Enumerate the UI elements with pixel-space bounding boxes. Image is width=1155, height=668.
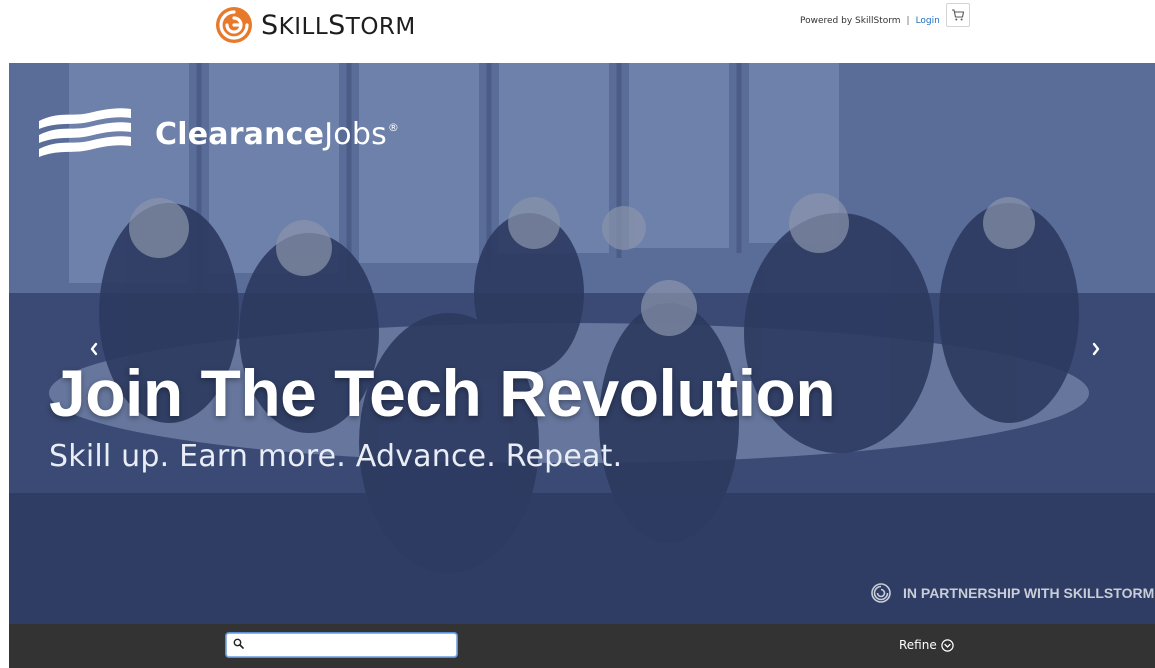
clearancejobs-logo: ClearanceJobs® (39, 107, 399, 165)
powered-by-text: Powered by SkillStorm (800, 16, 901, 26)
carousel-next-button[interactable] (1087, 341, 1105, 361)
brand-word: KILL (278, 13, 329, 40)
header-links: Powered by SkillStorm | Login (800, 13, 940, 29)
hero-subtitle: Skill up. Earn more. Advance. Repeat. (49, 439, 623, 474)
hero-carousel: ClearanceJobs® Join The Tech Revolution … (9, 63, 1155, 624)
brand-name: SKILLSTORM (261, 10, 416, 41)
refine-button[interactable]: Refine (899, 638, 954, 652)
chevron-left-icon (90, 342, 98, 356)
registered-mark: ® (387, 120, 400, 134)
brand-letter-2: S (328, 9, 346, 41)
login-link[interactable]: Login (916, 16, 940, 26)
search-icon (233, 638, 244, 649)
partnership-text: IN PARTNERSHIP WITH SKILLSTORM (903, 585, 1155, 601)
brand-letter: S (261, 9, 279, 41)
clearancejobs-wordmark: ClearanceJobs® (155, 117, 399, 152)
refine-label: Refine (899, 638, 937, 652)
skillstorm-logo[interactable]: SKILLSTORM (215, 6, 416, 44)
skillstorm-swirl-icon (216, 7, 252, 43)
skillstorm-mark-icon (871, 583, 891, 603)
site-header: SKILLSTORM Powered by SkillStorm | Login (0, 0, 1155, 63)
cart-icon (952, 9, 965, 21)
header-separator: | (906, 16, 910, 26)
search-input[interactable] (247, 635, 455, 657)
hero-title: Join The Tech Revolution (49, 356, 836, 430)
chevron-circle-down-icon (941, 638, 954, 652)
clearancejobs-flag-icon (39, 108, 131, 157)
wordmark-bold: Clearance (155, 116, 325, 152)
partnership-badge: IN PARTNERSHIP WITH SKILLSTORM (871, 583, 1154, 603)
chevron-right-icon (1092, 342, 1100, 356)
cart-button[interactable] (946, 3, 970, 27)
brand-word-2: TORM (345, 13, 416, 40)
search-box[interactable] (226, 633, 457, 657)
search-toolbar: Refine (9, 624, 1155, 668)
wordmark-light: Jobs (324, 116, 387, 152)
